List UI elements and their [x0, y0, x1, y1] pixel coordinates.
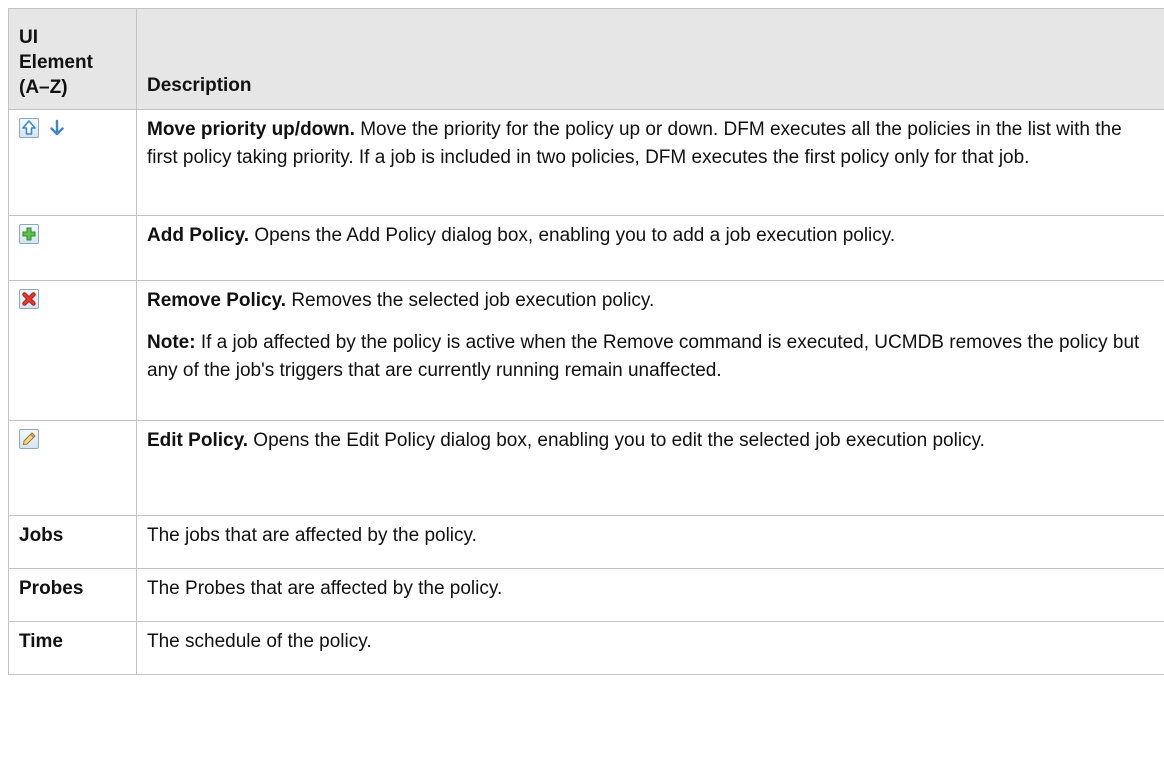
table-row: Probes The Probes that are affected by t… [8, 568, 1164, 622]
move-priority-name: Move priority up/down. [147, 119, 355, 140]
move-priority-description: Move priority up/down. Move the priority… [136, 109, 1164, 216]
time-element-name: Time [8, 621, 137, 675]
header-ui-line2: Element [19, 52, 93, 73]
table-row: Move priority up/down. Move the priority… [8, 109, 1164, 216]
table-row: Edit Policy. Opens the Edit Policy dialo… [8, 420, 1164, 516]
table-row: Time The schedule of the policy. [8, 621, 1164, 675]
remove-policy-paragraph: Remove Policy. Removes the selected job … [147, 287, 1154, 315]
note-label: Note: [147, 332, 196, 353]
priority-down-icon [47, 118, 67, 138]
edit-policy-description: Edit Policy. Opens the Edit Policy dialo… [136, 420, 1164, 516]
add-policy-icon [19, 224, 39, 244]
probes-description: The Probes that are affected by the poli… [136, 568, 1164, 622]
jobs-description: The jobs that are affected by the policy… [136, 515, 1164, 569]
header-description: Description [136, 8, 1164, 110]
remove-policy-name: Remove Policy. [147, 290, 287, 311]
header-ui-line1: UI [19, 27, 38, 48]
add-policy-description: Add Policy. Opens the Add Policy dialog … [136, 215, 1164, 281]
add-policy-text: Opens the Add Policy dialog box, enablin… [249, 225, 896, 246]
remove-policy-text: Removes the selected job execution polic… [286, 290, 655, 311]
edit-policy-text: Opens the Edit Policy dialog box, enabli… [248, 430, 985, 451]
add-policy-icon-cell [8, 215, 137, 281]
priority-up-icon [19, 118, 39, 138]
table-row: Add Policy. Opens the Add Policy dialog … [8, 215, 1164, 281]
remove-policy-note: Note: If a job affected by the policy is… [147, 329, 1154, 385]
edit-policy-icon-cell [8, 420, 137, 516]
remove-policy-icon-cell [8, 280, 137, 421]
note-text: If a job affected by the policy is activ… [147, 332, 1140, 381]
probes-element-name: Probes [8, 568, 137, 622]
ui-elements-table: UI Element (A–Z) Description Move priori… [8, 8, 1164, 675]
remove-policy-icon [19, 289, 39, 309]
time-description: The schedule of the policy. [136, 621, 1164, 675]
header-ui-element: UI Element (A–Z) [8, 8, 137, 110]
edit-policy-icon [19, 429, 39, 449]
remove-policy-description: Remove Policy. Removes the selected job … [136, 280, 1164, 421]
table-row: Remove Policy. Removes the selected job … [8, 280, 1164, 421]
header-ui-line3: (A–Z) [19, 77, 68, 98]
edit-policy-name: Edit Policy. [147, 430, 249, 451]
move-priority-icons-cell [8, 109, 137, 216]
table-row: Jobs The jobs that are affected by the p… [8, 515, 1164, 569]
jobs-element-name: Jobs [8, 515, 137, 569]
table-header-row: UI Element (A–Z) Description [8, 8, 1164, 110]
add-policy-name: Add Policy. [147, 225, 250, 246]
